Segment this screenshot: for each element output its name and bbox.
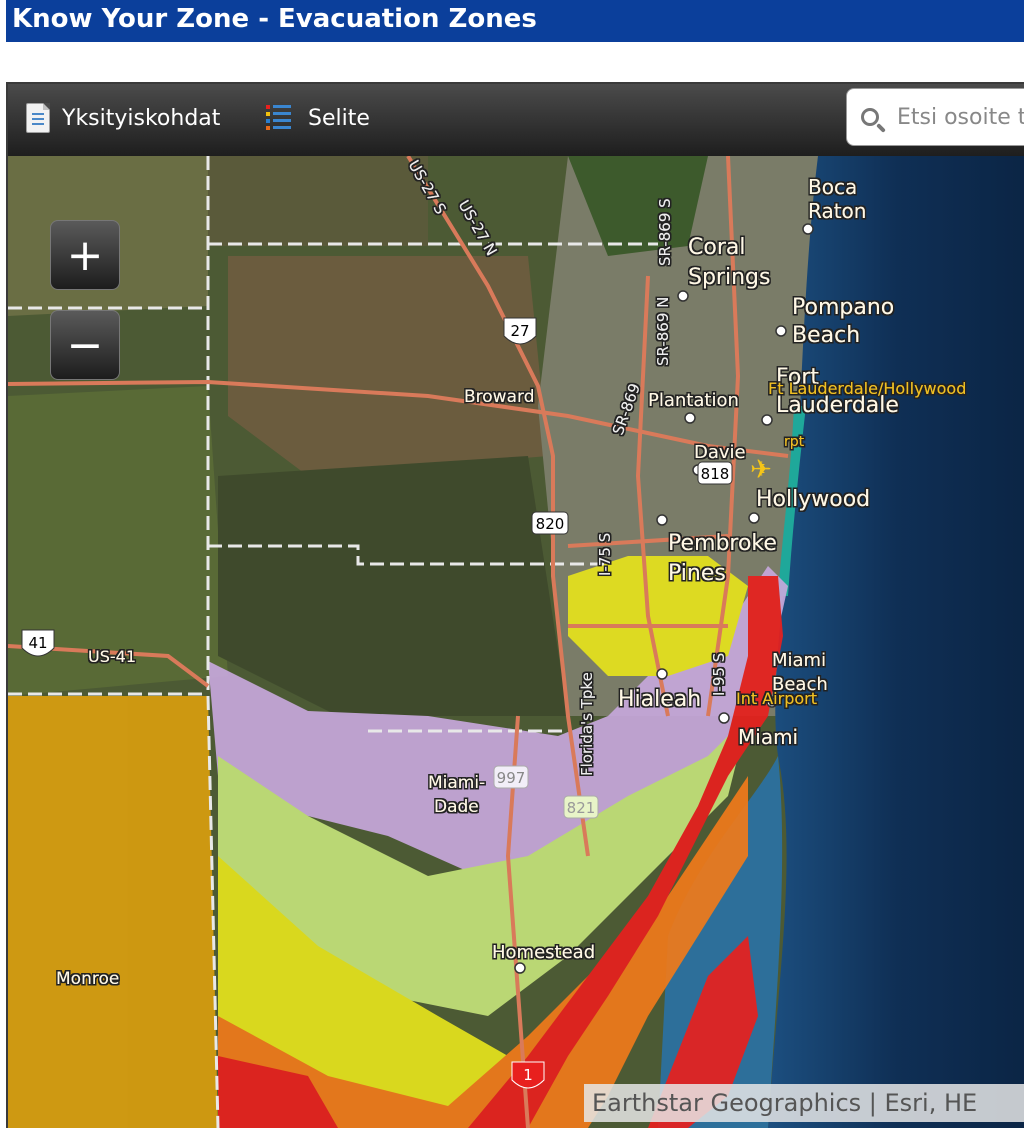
route-shield: 997 [493,765,529,789]
search-icon [861,108,879,126]
legend-label: Selite [308,105,370,131]
city-label: Pines [668,561,726,586]
farmland-area [208,156,428,246]
city-label: Boca [808,175,857,199]
shield-label: 41 [28,634,47,652]
city-label: Coral [688,235,745,260]
airport-label: rpt [784,434,805,450]
city-label: Homestead [492,942,595,963]
shield-label: 821 [567,799,596,817]
route-shield: 27 [503,317,537,345]
shield-label: 997 [497,769,526,787]
route-shield: 818 [697,461,733,485]
search-input[interactable] [895,103,1024,131]
city-label: Miami [738,725,798,749]
airport-label: Int Airport [736,689,817,708]
county-label: Miami- [428,773,485,793]
road-label: SR-869 S [656,198,674,266]
zoom-out-button[interactable]: − [50,310,120,380]
map-widget: Yksityiskohdat Selite Etsi osoite t ✈ Bo… [6,82,1024,1128]
road-label: SR-869 N [654,297,672,366]
shield-label: 27 [510,322,529,340]
map-canvas[interactable]: ✈ Boca Raton Coral Springs Pompano Beach… [8,156,1024,1128]
shield-label: 1 [523,1066,533,1084]
city-label: Hialeah [618,687,701,712]
road-label: I-75 S [596,533,614,576]
zone-monroe [8,696,218,1128]
route-shield: 41 [21,629,55,657]
route-shield: 1 [511,1061,545,1089]
city-label: Plantation [648,390,739,411]
wetland-dark [218,456,568,716]
route-shield: 820 [531,511,569,535]
details-label: Yksityiskohdat [62,105,221,131]
road-label: I-95 S [710,653,728,696]
map-toolbar: Yksityiskohdat Selite [8,84,1024,156]
county-label: Broward [464,387,534,407]
shield-label: 820 [536,515,565,533]
city-label: Beach [792,323,860,348]
document-icon [26,103,50,133]
city-label: Davie [694,442,746,463]
app-title-bar: Know Your Zone - Evacuation Zones [6,0,1024,42]
road-label: US-41 [88,647,136,666]
page-title: Know Your Zone - Evacuation Zones [12,4,537,34]
city-label: Miami [772,650,826,671]
airport-label: Ft Lauderdale/Hollywood [768,379,966,398]
basemap-svg: ✈ Boca Raton Coral Springs Pompano Beach… [8,156,1024,1128]
everglades-brown [228,256,548,476]
city-label: Pembroke [668,531,777,556]
legend-button[interactable]: Selite [266,100,370,136]
shield-label: 818 [701,465,730,483]
zoom-in-button[interactable]: + [50,220,120,290]
city-label: Hollywood [756,487,870,512]
city-label: Raton [808,199,866,223]
map-attribution: Earthstar Geographics | Esri, HE [584,1084,1024,1122]
road-label: Florida's Tpke [578,672,596,776]
legend-list-icon [266,103,294,133]
city-label: Springs [688,265,770,290]
city-label: Pompano [792,295,894,320]
details-button[interactable]: Yksityiskohdat [26,100,220,136]
county-label: Dade [434,797,479,817]
route-shield: 821 [563,795,599,819]
airport-icon: ✈ [750,455,772,485]
address-search[interactable] [846,88,1024,146]
county-label: Monroe [56,969,119,989]
